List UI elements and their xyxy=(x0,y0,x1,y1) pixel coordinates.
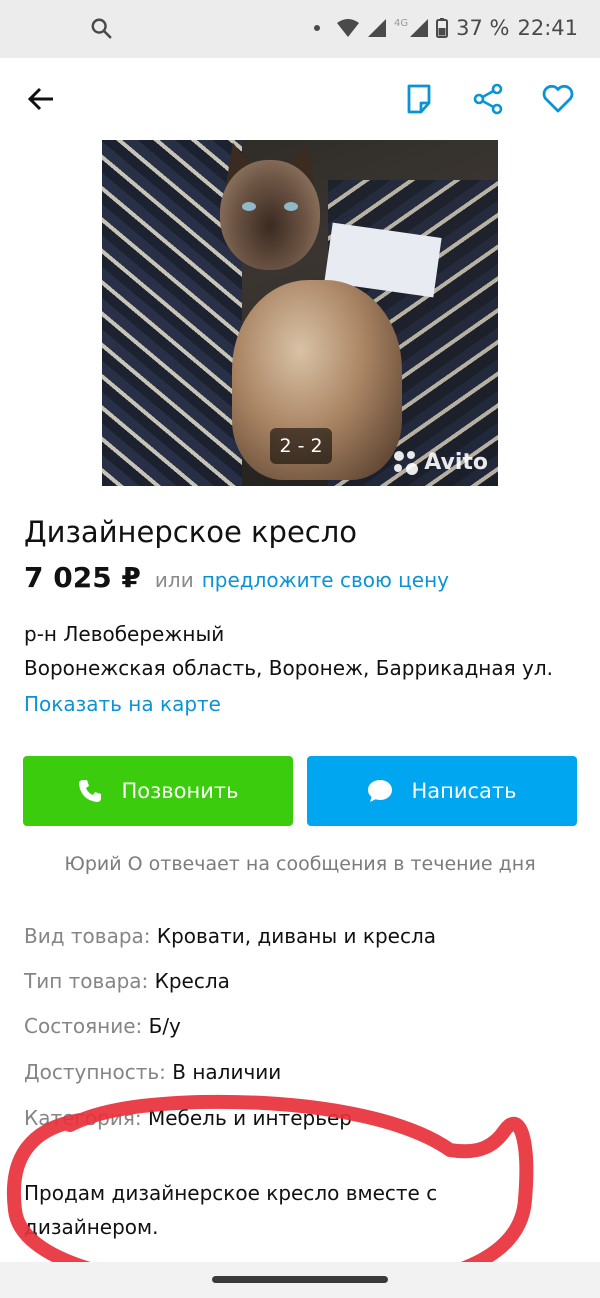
param-key: Доступность: xyxy=(24,1060,166,1084)
signal-icon xyxy=(367,19,386,37)
photo-cat-eye-right xyxy=(284,202,298,211)
param-value: В наличии xyxy=(172,1060,282,1084)
param-value: Б/у xyxy=(148,1014,181,1038)
avito-watermark-text: Avito xyxy=(424,450,488,475)
listing-description: Продам дизайнерское кресло вместе с диза… xyxy=(24,1181,438,1239)
param-key: Состояние: xyxy=(24,1014,143,1038)
photo-chair-left xyxy=(102,140,242,486)
param-row: Тип товара: Кресла xyxy=(24,969,230,993)
call-button[interactable]: Позвонить xyxy=(23,756,293,826)
photo-cat-head xyxy=(220,160,320,270)
home-gesture-handle[interactable] xyxy=(212,1276,388,1283)
search-icon xyxy=(91,18,112,39)
status-bar: 4G 37 % 22:41 xyxy=(0,0,600,58)
signal-icon-2 xyxy=(410,19,429,37)
avito-watermark: Avito xyxy=(394,450,488,475)
seller-response-note: Юрий О отвечает на сообщения в течение д… xyxy=(64,853,536,875)
listing-title: Дизайнерское кресло xyxy=(24,515,358,549)
param-key: Категория: xyxy=(24,1106,142,1130)
show-on-map-link[interactable]: Показать на карте xyxy=(24,692,221,716)
param-value: Мебель и интерьер xyxy=(147,1106,352,1130)
network-type: 4G xyxy=(393,17,409,29)
heart-icon[interactable] xyxy=(541,82,575,116)
param-row: Состояние: Б/у xyxy=(24,1014,181,1038)
price-row: 7 025 ₽ или предложите свою цену xyxy=(24,561,449,594)
district: р-н Левобережный xyxy=(24,622,225,646)
photo-gallery[interactable]: 2 - 2 Avito xyxy=(0,140,600,486)
battery-icon xyxy=(436,18,449,38)
wifi-icon xyxy=(336,19,359,37)
address: Воронежская область, Воронеж, Баррикадна… xyxy=(24,656,553,680)
share-icon[interactable] xyxy=(471,82,505,116)
battery-level: 37 % xyxy=(456,16,510,40)
param-key: Вид товара: xyxy=(24,924,151,948)
param-row: Категория: Мебель и интерьер xyxy=(24,1106,352,1130)
arrow-left-icon[interactable] xyxy=(26,84,56,114)
message-button[interactable]: Написать xyxy=(307,756,577,826)
param-row: Вид товара: Кровати, диваны и кресла xyxy=(24,924,436,948)
note-icon[interactable] xyxy=(402,82,436,116)
photo-counter: 2 - 2 xyxy=(270,428,332,464)
app-bar xyxy=(0,58,600,140)
avito-logo-icon xyxy=(394,450,419,475)
listing-price: 7 025 ₽ xyxy=(24,561,141,594)
price-or-label: или xyxy=(154,568,194,592)
param-value: Кровати, диваны и кресла xyxy=(156,924,436,948)
chat-bubble-icon xyxy=(368,780,393,802)
param-key: Тип товара: xyxy=(24,969,149,993)
param-value: Кресла xyxy=(154,969,230,993)
call-button-label: Позвонить xyxy=(121,779,239,803)
message-button-label: Написать xyxy=(411,779,517,803)
listing-photo[interactable]: 2 - 2 Avito xyxy=(102,140,498,486)
photo-cat-eye-left xyxy=(242,202,256,211)
param-row: Доступность: В наличии xyxy=(24,1060,281,1084)
notification-dot-icon xyxy=(313,25,320,31)
clock: 22:41 xyxy=(517,16,578,40)
offer-price-link[interactable]: предложите свою цену xyxy=(202,568,449,592)
phone-icon xyxy=(79,780,102,802)
